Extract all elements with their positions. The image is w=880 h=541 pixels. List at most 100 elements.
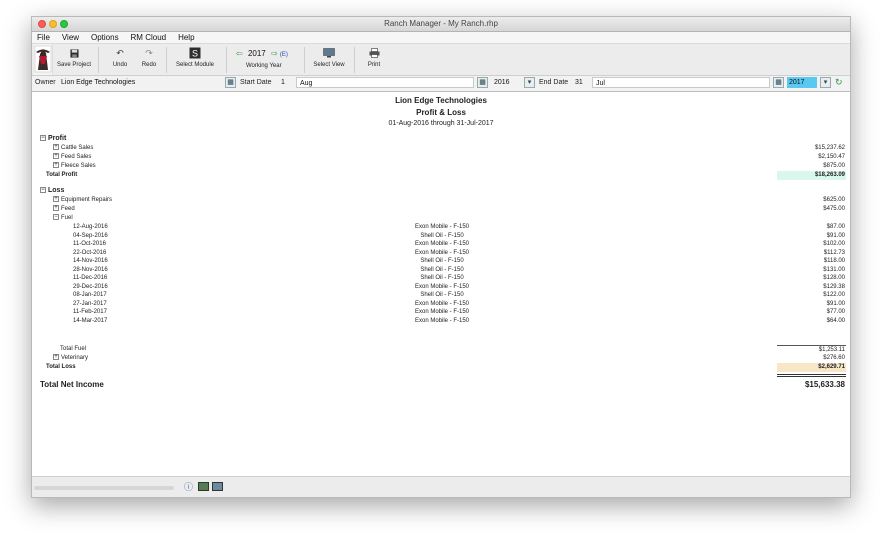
fuel-date: 14-Mar-2017 (73, 317, 108, 324)
loss-item-label: Feed (61, 206, 75, 212)
working-year-group: ⇦ 2017 ⇨ (E) Working Year (236, 44, 300, 75)
working-year-value: 2017 (247, 49, 266, 58)
select-view-label: Select View (313, 62, 345, 68)
end-year-calendar-icon[interactable]: ▦ (773, 77, 784, 88)
select-view-button[interactable]: Select View (309, 44, 349, 75)
menu-file[interactable]: File (32, 32, 55, 43)
undo-icon: ↶ (116, 47, 124, 58)
expand-icon[interactable]: + (53, 153, 59, 160)
fuel-row[interactable]: − Fuel (32, 214, 850, 223)
print-button[interactable]: Print (362, 44, 386, 75)
collapse-icon[interactable]: − (40, 187, 46, 194)
module-icon: S (189, 47, 201, 59)
veterinary-amount: $276.60 (823, 355, 845, 361)
profit-loss-report: Lion Edge Technologies Profit & Loss 01-… (32, 92, 850, 475)
report-title: Profit & Loss (416, 108, 466, 117)
date-filter-bar: Owner Lion Edge Technologies ▦ Start Dat… (32, 76, 850, 92)
edit-year-link[interactable]: (E) (280, 52, 288, 58)
start-calendar-icon[interactable]: ▦ (225, 77, 236, 88)
fuel-label: Fuel (61, 215, 73, 221)
start-year-calendar-icon[interactable]: ▦ (477, 77, 488, 88)
profit-row[interactable]: + Feed Sales $2,150.47 (32, 153, 850, 162)
net-income-double-rule (777, 374, 846, 377)
total-fuel-amount: $1,253.11 (777, 345, 846, 354)
profit-row[interactable]: + Fleece Sales $875.00 (32, 162, 850, 171)
help-icon[interactable]: ⓘ (184, 480, 193, 493)
expand-icon[interactable]: + (53, 162, 59, 169)
fuel-transaction-row[interactable]: 14-Mar-2017 Exon Mobile - F-150 $64.00 (32, 317, 850, 326)
toolbar: Save Project ↶ Undo ↷ Redo S Select Modu… (32, 44, 850, 76)
printer-icon (369, 48, 379, 58)
total-loss-row: Total Loss $2,629.71 (32, 363, 850, 372)
total-profit-amount: $18,263.09 (777, 171, 846, 180)
menu-bar: File View Options RM Cloud Help (32, 32, 850, 44)
start-year-field[interactable]: 2016 (491, 77, 521, 88)
undo-button[interactable]: ↶ Undo (107, 44, 133, 75)
total-profit-row: Total Profit $18,263.09 (32, 171, 850, 180)
collapse-icon[interactable]: − (40, 135, 46, 142)
start-month-field[interactable]: Aug (296, 77, 474, 88)
app-window: Ranch Manager - My Ranch.rhp File View O… (31, 16, 851, 498)
save-project-button[interactable]: Save Project (54, 44, 94, 75)
monitor-icon (323, 48, 335, 58)
expand-icon[interactable]: + (53, 205, 59, 212)
profit-item-amount: $15,237.62 (814, 145, 845, 151)
redo-button[interactable]: ↷ Redo (136, 44, 162, 75)
net-income-amount: $15,633.38 (804, 380, 845, 389)
owner-field[interactable]: Lion Edge Technologies (58, 77, 223, 88)
total-profit-label: Total Profit (46, 172, 78, 178)
menu-rm-cloud[interactable]: RM Cloud (126, 32, 172, 43)
start-date-label: Start Date (240, 79, 272, 86)
horizontal-scrollbar[interactable] (34, 486, 174, 490)
profit-section-header[interactable]: − Profit (32, 134, 850, 143)
zoom-window-button[interactable] (60, 20, 68, 28)
app-logo (34, 44, 53, 75)
refresh-icon[interactable]: ↻ (835, 77, 843, 88)
screen-icon[interactable] (212, 482, 223, 491)
profit-item-label: Fleece Sales (61, 163, 96, 169)
report-period: 01-Aug-2016 through 31-Jul-2017 (388, 120, 494, 127)
loss-row[interactable]: + Feed $475.00 (32, 205, 850, 214)
profit-item-amount: $875.00 (823, 163, 845, 169)
minimize-window-button[interactable] (49, 20, 57, 28)
loss-item-amount: $625.00 (823, 197, 845, 203)
next-year-arrow-icon[interactable]: ⇨ (271, 49, 278, 58)
select-module-label: Select Module (175, 62, 215, 68)
start-year-dropdown-icon[interactable]: ▾ (524, 77, 535, 88)
profit-item-label: Cattle Sales (61, 145, 94, 151)
loss-section-header[interactable]: − Loss (32, 186, 850, 195)
total-loss-amount: $2,629.71 (777, 363, 846, 372)
working-year-label: Working Year (246, 63, 282, 69)
expand-icon[interactable]: + (53, 196, 59, 203)
expand-icon[interactable]: + (53, 354, 59, 361)
menu-options[interactable]: Options (86, 32, 124, 43)
select-module-button[interactable]: S Select Module (172, 44, 218, 75)
svg-text:S: S (192, 49, 198, 59)
prev-year-arrow-icon[interactable]: ⇦ (236, 49, 243, 58)
expand-icon[interactable]: + (53, 144, 59, 151)
end-year-dropdown-icon[interactable]: ▾ (820, 77, 831, 88)
redo-label: Redo (141, 62, 157, 68)
fuel-description: Exon Mobile - F-150 (414, 317, 470, 324)
loss-row[interactable]: + Veterinary $276.60 (32, 354, 850, 363)
start-day-field[interactable]: 1 (278, 77, 292, 88)
window-title: Ranch Manager - My Ranch.rhp (384, 19, 498, 28)
net-income-row: Total Net Income $15,633.38 (32, 379, 850, 391)
folder-icon[interactable] (198, 482, 209, 491)
collapse-icon[interactable]: − (53, 214, 59, 221)
title-bar: Ranch Manager - My Ranch.rhp (32, 17, 850, 32)
owner-label: Owner (35, 79, 56, 86)
profit-item-amount: $2,150.47 (818, 154, 845, 160)
end-day-field[interactable]: 31 (572, 77, 586, 88)
profit-row[interactable]: + Cattle Sales $15,237.62 (32, 144, 850, 153)
status-bar: ⓘ (32, 476, 850, 497)
loss-row[interactable]: + Equipment Repairs $625.00 (32, 196, 850, 205)
veterinary-label: Veterinary (61, 355, 89, 361)
end-year-field[interactable]: 2017 (787, 77, 817, 88)
end-date-label: End Date (539, 79, 569, 86)
end-month-field[interactable]: Jul (592, 77, 770, 88)
menu-view[interactable]: View (57, 32, 84, 43)
close-window-button[interactable] (38, 20, 46, 28)
profit-header-label: Profit (48, 135, 67, 142)
menu-help[interactable]: Help (173, 32, 199, 43)
